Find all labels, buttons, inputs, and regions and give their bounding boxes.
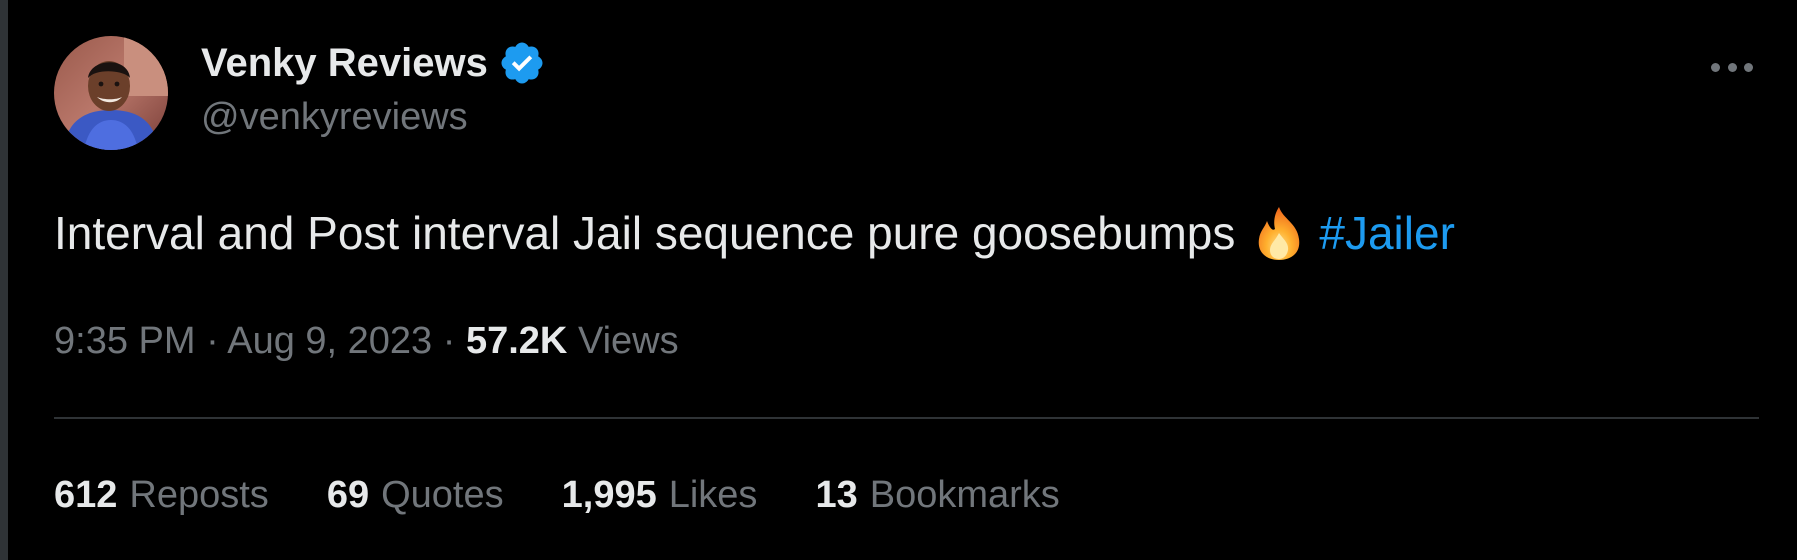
likes-label: Likes: [668, 473, 758, 516]
reposts-count: 612: [54, 473, 118, 516]
tweet-time[interactable]: 9:35 PM: [54, 320, 196, 362]
tweet-text: Interval and Post interval Jail sequence…: [54, 205, 1455, 261]
bookmarks-count: 13: [815, 473, 858, 516]
more-dot: [1744, 62, 1753, 72]
author-display-name-row[interactable]: Venky Reviews: [201, 38, 546, 88]
quotes-count: 69: [326, 473, 370, 516]
likes-stat[interactable]: 1,995 Likes: [562, 474, 758, 517]
author-display-name[interactable]: Venky Reviews: [201, 41, 488, 86]
likes-count: 1,995: [561, 473, 657, 516]
engagement-stats: 612 Reposts 69 Quotes 1,995 Likes 13 Bookmar…: [54, 470, 1118, 520]
thread-line: [0, 0, 8, 560]
bookmarks-stat[interactable]: 13 Bookmarks: [815, 474, 1059, 517]
more-options-icon[interactable]: [1707, 52, 1757, 82]
reposts-label: Reposts: [129, 473, 269, 516]
more-dot: [1727, 62, 1737, 72]
avatar[interactable]: [54, 36, 168, 150]
divider: [54, 417, 1759, 419]
reposts-stat[interactable]: 612 Reposts: [54, 474, 269, 517]
hashtag-link[interactable]: #Jailer: [1319, 206, 1455, 260]
tweet-body: Interval and Post interval Jail sequence…: [54, 207, 1236, 259]
views-label: Views: [577, 320, 679, 362]
views-count: 57.2K: [465, 320, 568, 362]
meta-separator: ·: [206, 320, 219, 362]
quotes-label: Quotes: [381, 473, 504, 516]
meta-separator: ·: [442, 320, 456, 362]
verified-badge-icon: [501, 42, 543, 84]
more-dot: [1711, 62, 1720, 72]
author-handle[interactable]: @venkyreviews: [201, 96, 468, 139]
avatar-image: [54, 36, 168, 150]
quotes-stat[interactable]: 69 Quotes: [327, 474, 504, 517]
tweet-meta: 9:35 PM · Aug 9, 2023 · 57.2K Views: [54, 320, 679, 363]
bookmarks-label: Bookmarks: [869, 473, 1060, 516]
tweet-date[interactable]: Aug 9, 2023: [227, 320, 432, 362]
fire-emoji-icon: [1259, 207, 1300, 260]
